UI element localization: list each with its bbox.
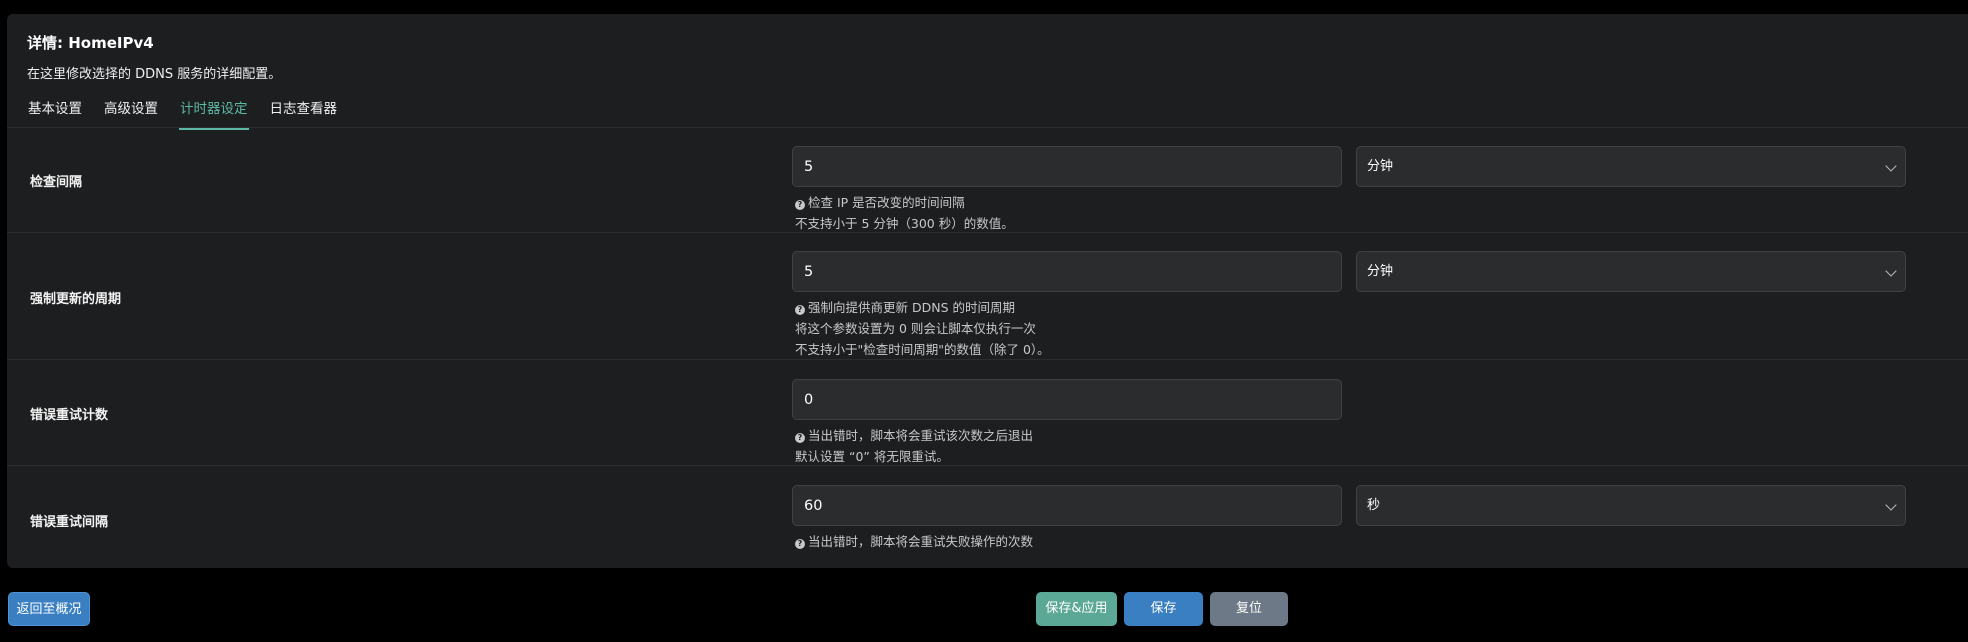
force-update-period-unit-select[interactable]: 分钟 [1356,251,1906,292]
panel-title: 详情: HomeIPv4 [27,34,154,52]
chevron-down-icon [1885,265,1897,277]
question-circle-icon: ? [795,200,805,210]
setting-row-retry-interval: 错误重试间隔 秒 ?当出错时，脚本将会重试失败操作的次数 [7,467,1968,567]
retry-interval-unit-value: 秒 [1367,498,1381,513]
ddns-detail-panel: 详情: HomeIPv4 在这里修改选择的 DDNS 服务的详细配置。 基本设置… [7,14,1968,568]
save-apply-button[interactable]: 保存&应用 [1036,592,1117,626]
back-to-overview-button[interactable]: 返回至概况 [8,592,90,626]
force-update-period-input[interactable] [792,251,1342,292]
setting-row-retry-count: 错误重试计数 ?当出错时，脚本将会重试该次数之后退出 默认设置 “0” 将无限重… [7,361,1968,466]
retry-interval-help: ? 当出错时，脚本将会重试失败操作的次数 [795,531,1033,552]
save-button[interactable]: 保存 [1124,592,1203,626]
reset-button[interactable]: 复位 [1210,592,1288,626]
tab-bar: 基本设置 高级设置 计时器设定 日志查看器 [27,100,338,130]
retry-count-label: 错误重试计数 [30,408,109,423]
check-interval-unit-select[interactable]: 分钟 [1356,146,1906,187]
question-circle-icon: ? [795,539,805,549]
question-circle-icon: ? [795,305,805,315]
retry-interval-label: 错误重试间隔 [30,515,109,530]
chevron-down-icon [1885,160,1897,172]
panel-description: 在这里修改选择的 DDNS 服务的详细配置。 [27,67,282,82]
help-text: 默认设置 “0” 将无限重试。 [795,449,949,464]
retry-count-input[interactable] [792,379,1342,420]
tab-timer-settings[interactable]: 计时器设定 [179,100,249,130]
help-text: 当出错时，脚本将会重试失败操作的次数 [808,534,1034,549]
question-circle-icon: ? [795,433,805,443]
help-text: 将这个参数设置为 0 则会让脚本仅执行一次 [795,321,1036,336]
tab-log-viewer[interactable]: 日志查看器 [269,100,339,130]
force-update-period-unit-value: 分钟 [1367,264,1394,279]
retry-interval-unit-select[interactable]: 秒 [1356,485,1906,526]
check-interval-label: 检查间隔 [30,175,83,190]
help-text: 不支持小于 5 分钟（300 秒）的数值。 [795,216,1014,231]
tab-advanced-settings[interactable]: 高级设置 [103,100,159,130]
help-text: 强制向提供商更新 DDNS 的时间周期 [808,300,1015,315]
setting-row-check-interval: 检查间隔 分钟 ?检查 IP 是否改变的时间间隔 不支持小于 5 分钟（300 … [7,128,1968,233]
help-text: 不支持小于"检查时间周期"的数值（除了 0）。 [795,342,1050,357]
check-interval-input[interactable] [792,146,1342,187]
help-text: 当出错时，脚本将会重试该次数之后退出 [808,428,1034,443]
setting-row-force-update-period: 强制更新的周期 分钟 ?强制向提供商更新 DDNS 的时间周期 将这个参数设置为… [7,234,1968,360]
force-update-period-help: ? 强制向提供商更新 DDNS 的时间周期 将这个参数设置为 0 则会让脚本仅执行… [795,297,1050,360]
check-interval-unit-value: 分钟 [1367,159,1394,174]
retry-interval-input[interactable] [792,485,1342,526]
check-interval-help: ? 检查 IP 是否改变的时间间隔 不支持小于 5 分钟（300 秒）的数值。 [795,192,1014,234]
force-update-period-label: 强制更新的周期 [30,292,122,307]
help-text: 检查 IP 是否改变的时间间隔 [808,195,965,210]
tab-basic-settings[interactable]: 基本设置 [27,100,83,130]
retry-count-help: ? 当出错时，脚本将会重试该次数之后退出 默认设置 “0” 将无限重试。 [795,425,1033,467]
chevron-down-icon [1885,499,1897,511]
